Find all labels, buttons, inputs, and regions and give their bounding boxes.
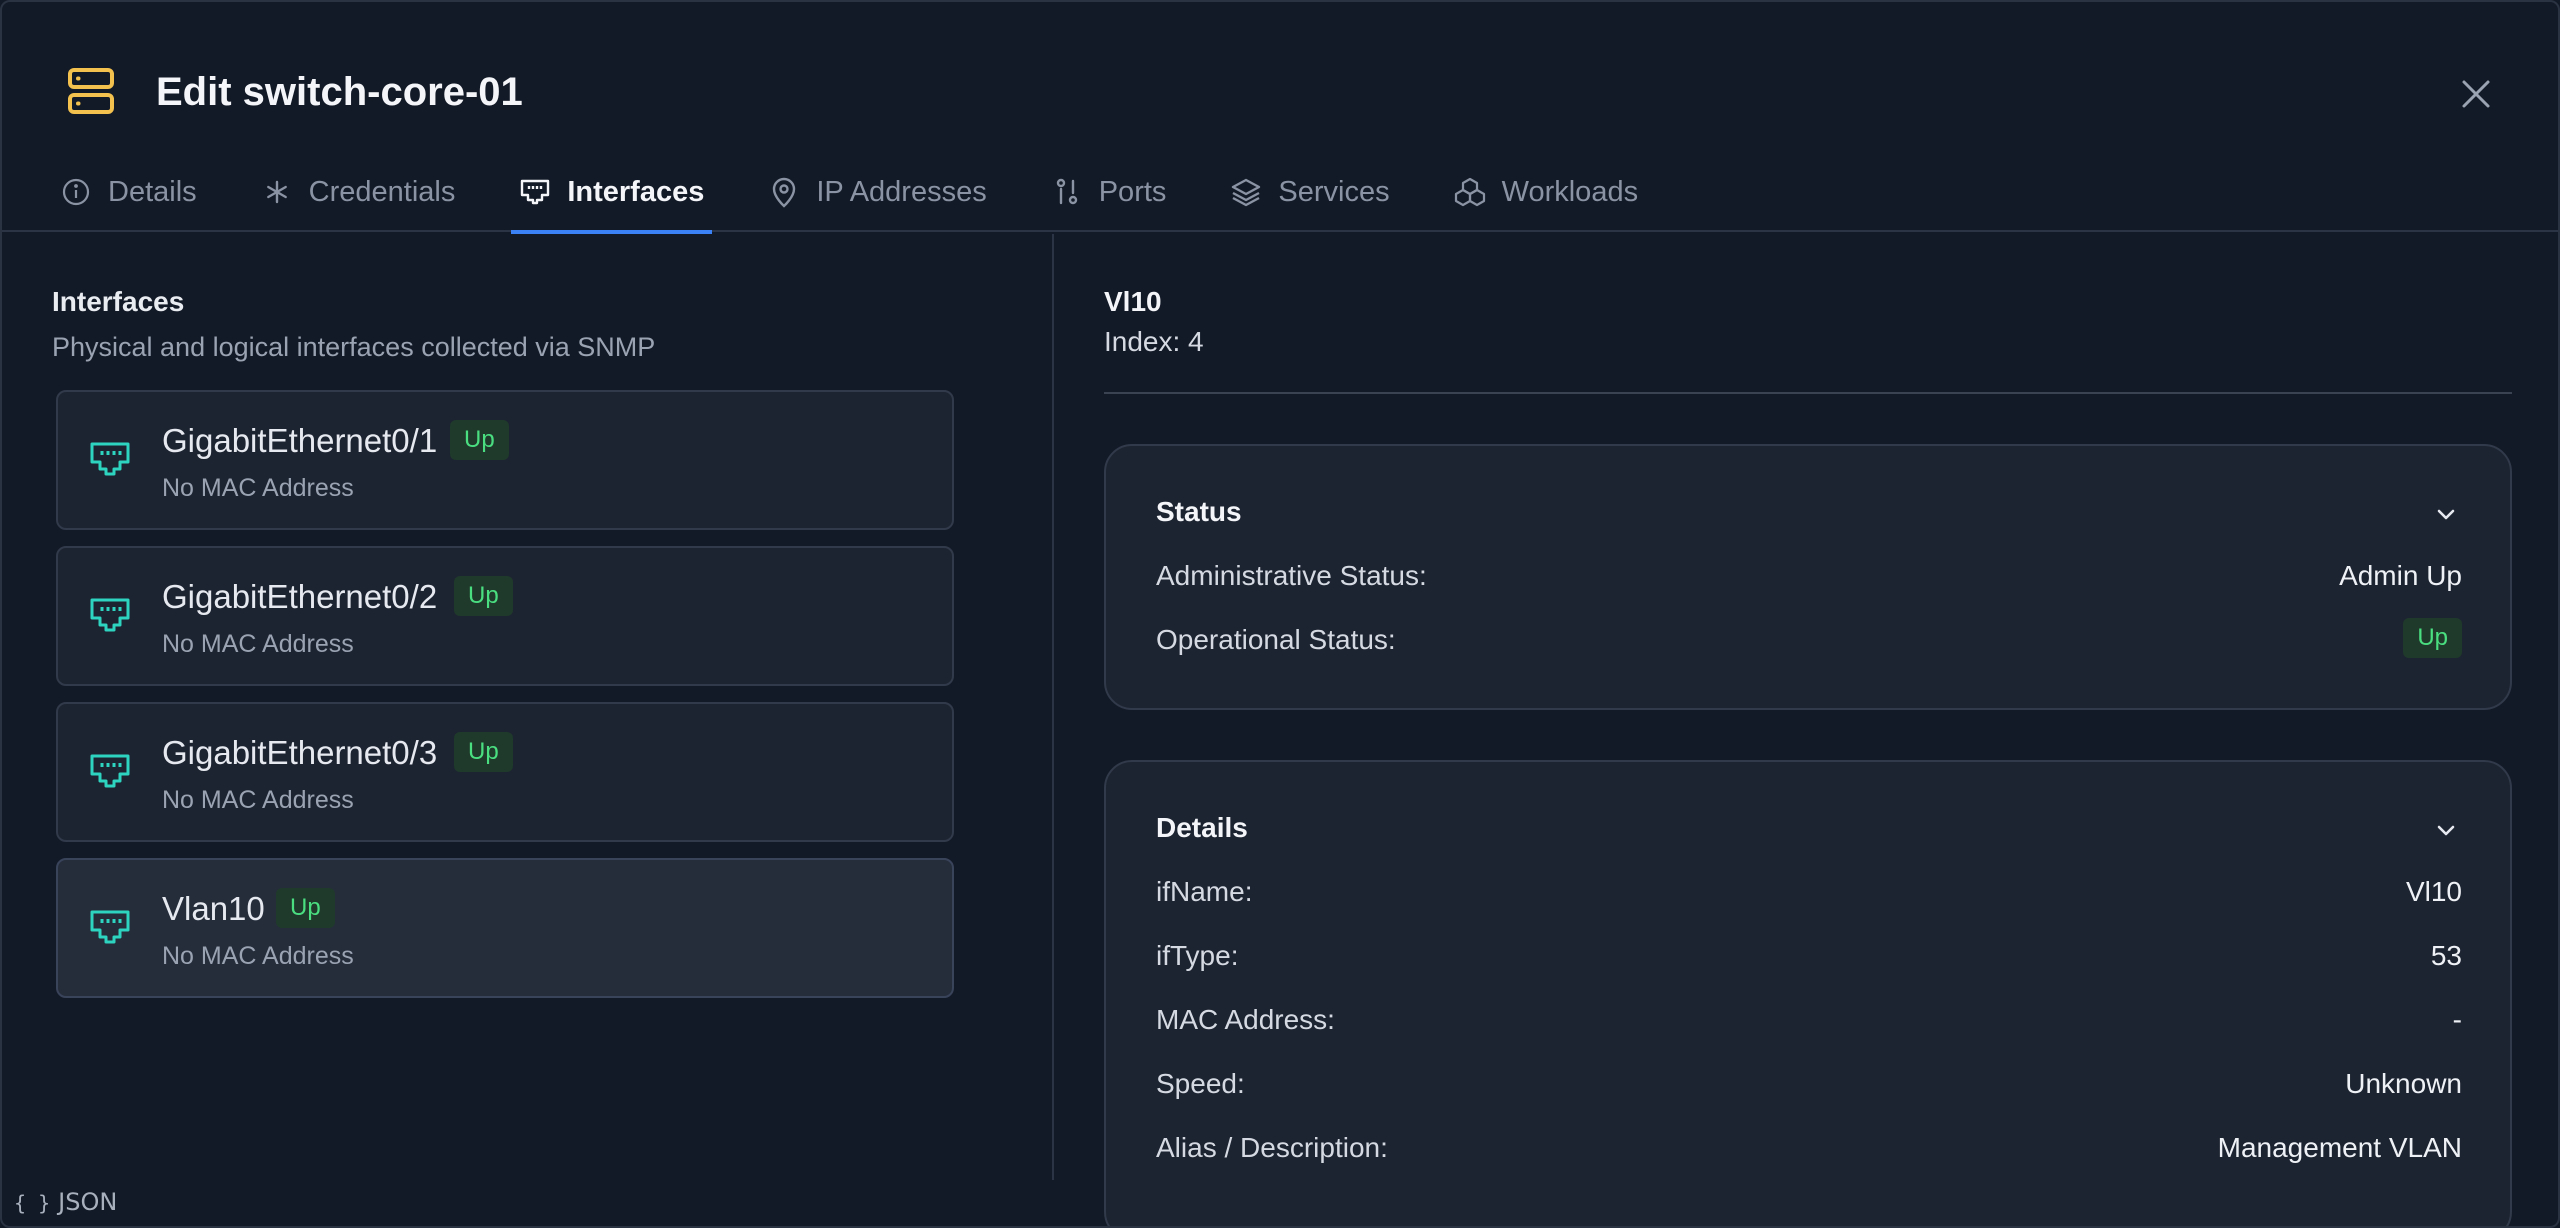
row-label: MAC Address: <box>1156 1004 1335 1035</box>
dialog-header: Edit switch-core-01 Details Credentials … <box>2 2 2558 234</box>
row-value: 53 <box>2430 940 2462 971</box>
json-toggle[interactable]: { } JSON <box>14 1188 117 1216</box>
interface-item[interactable]: GigabitEthernet0/1 Up No MAC Address <box>56 390 954 530</box>
asterisk-icon <box>266 180 287 204</box>
ports-icon <box>1056 178 1077 205</box>
interfaces-list-panel: Interfaces Physical and logical interfac… <box>2 234 1054 1180</box>
ethernet-icon <box>90 598 130 632</box>
panel-title: Interfaces <box>52 286 185 317</box>
tab-label: Credentials <box>308 175 456 208</box>
row-value: Unknown <box>2345 1068 2462 1099</box>
detail-row: MAC Address: - <box>1156 1004 2462 1044</box>
ethernet-icon <box>90 442 130 476</box>
detail-row: Alias / Description: Management VLAN <box>1156 1132 2462 1172</box>
interface-name: Vlan10 <box>162 890 265 927</box>
divider <box>1104 392 2512 394</box>
detail-row: ifType: 53 <box>1156 940 2462 980</box>
tab-label: IP Addresses <box>816 175 987 208</box>
row-value: Vl10 <box>2405 876 2462 907</box>
tab-label: Services <box>1278 175 1390 208</box>
interface-name: GigabitEthernet0/1 <box>162 422 438 459</box>
row-label: Alias / Description: <box>1156 1132 1388 1163</box>
status-badge: Up <box>454 576 513 616</box>
interface-item[interactable]: GigabitEthernet0/2 Up No MAC Address <box>56 546 954 686</box>
interface-list: GigabitEthernet0/1 Up No MAC Address Gig… <box>56 390 954 1014</box>
panel-subtitle: Physical and logical interfaces collecte… <box>52 332 656 362</box>
layers-icon <box>1232 178 1261 207</box>
info-icon <box>62 178 90 206</box>
interface-mac: No MAC Address <box>162 630 354 658</box>
row-label: ifName: <box>1156 876 1253 907</box>
status-row: Administrative Status: Admin Up <box>1156 560 2462 600</box>
status-badge: Up <box>454 732 513 772</box>
json-label: JSON <box>58 1188 118 1216</box>
row-label: Speed: <box>1156 1068 1245 1099</box>
status-row: Operational Status: Up <box>1156 618 2462 664</box>
tab-credentials[interactable]: Credentials <box>253 152 464 232</box>
dialog-title: Edit switch-core-01 <box>156 70 523 114</box>
tab-interfaces[interactable]: Interfaces <box>511 152 713 234</box>
tab-workloads[interactable]: Workloads <box>1446 152 1646 232</box>
tab-label: Interfaces <box>567 175 705 208</box>
interface-mac: No MAC Address <box>162 474 354 502</box>
card-title: Details <box>1156 812 1248 843</box>
interface-item[interactable]: GigabitEthernet0/3 Up No MAC Address <box>56 702 954 842</box>
row-label: Operational Status: <box>1156 624 1396 655</box>
chevron-down-icon[interactable] <box>2432 816 2460 844</box>
ethernet-icon <box>521 179 550 205</box>
row-value: Management VLAN <box>2217 1132 2462 1163</box>
boxes-icon <box>1454 177 1485 207</box>
interface-item-selected[interactable]: Vlan10 Up No MAC Address <box>56 858 954 998</box>
tab-label: Details <box>108 175 197 208</box>
details-card: Details ifName: Vl10 ifType: 53 MAC Addr… <box>1104 760 2512 1226</box>
chevron-down-icon[interactable] <box>2432 500 2460 528</box>
tab-details[interactable]: Details <box>52 152 205 232</box>
map-pin-icon <box>773 177 796 208</box>
row-label: ifType: <box>1156 940 1239 971</box>
interface-mac: No MAC Address <box>162 942 354 970</box>
interface-detail-index: Index: 4 <box>1104 326 1204 357</box>
status-badge: Up <box>2403 618 2462 658</box>
detail-row: Speed: Unknown <box>1156 1068 2462 1108</box>
row-value: Admin Up <box>2339 560 2462 591</box>
server-icon <box>68 68 114 114</box>
tab-bar: Details Credentials Interfaces IP Addres… <box>52 152 1694 234</box>
tab-ip-addresses[interactable]: IP Addresses <box>760 152 994 232</box>
braces-icon: { } <box>14 1191 51 1215</box>
status-badge: Up <box>450 420 509 460</box>
interface-detail-name: Vl10 <box>1104 286 1162 317</box>
row-value: - <box>2452 1004 2462 1035</box>
card-title: Status <box>1156 496 1242 527</box>
status-card: Status Administrative Status: Admin Up O… <box>1104 444 2512 710</box>
detail-row: ifName: Vl10 <box>1156 876 2462 916</box>
edit-device-dialog: Edit switch-core-01 Details Credentials … <box>0 0 2560 1228</box>
tab-label: Workloads <box>1501 175 1639 208</box>
interface-detail-panel: Vl10 Index: 4 Status Administrative Stat… <box>1056 234 2558 1226</box>
close-icon[interactable] <box>2454 72 2498 116</box>
row-label: Administrative Status: <box>1156 560 1427 591</box>
tab-label: Ports <box>1098 175 1167 208</box>
interface-name: GigabitEthernet0/2 <box>162 578 438 615</box>
ethernet-icon <box>90 910 130 944</box>
ethernet-icon <box>90 754 130 788</box>
interface-name: GigabitEthernet0/3 <box>162 734 438 771</box>
tab-services[interactable]: Services <box>1222 152 1397 232</box>
tab-ports[interactable]: Ports <box>1043 152 1175 232</box>
interface-mac: No MAC Address <box>162 786 354 814</box>
status-badge: Up <box>276 888 335 928</box>
